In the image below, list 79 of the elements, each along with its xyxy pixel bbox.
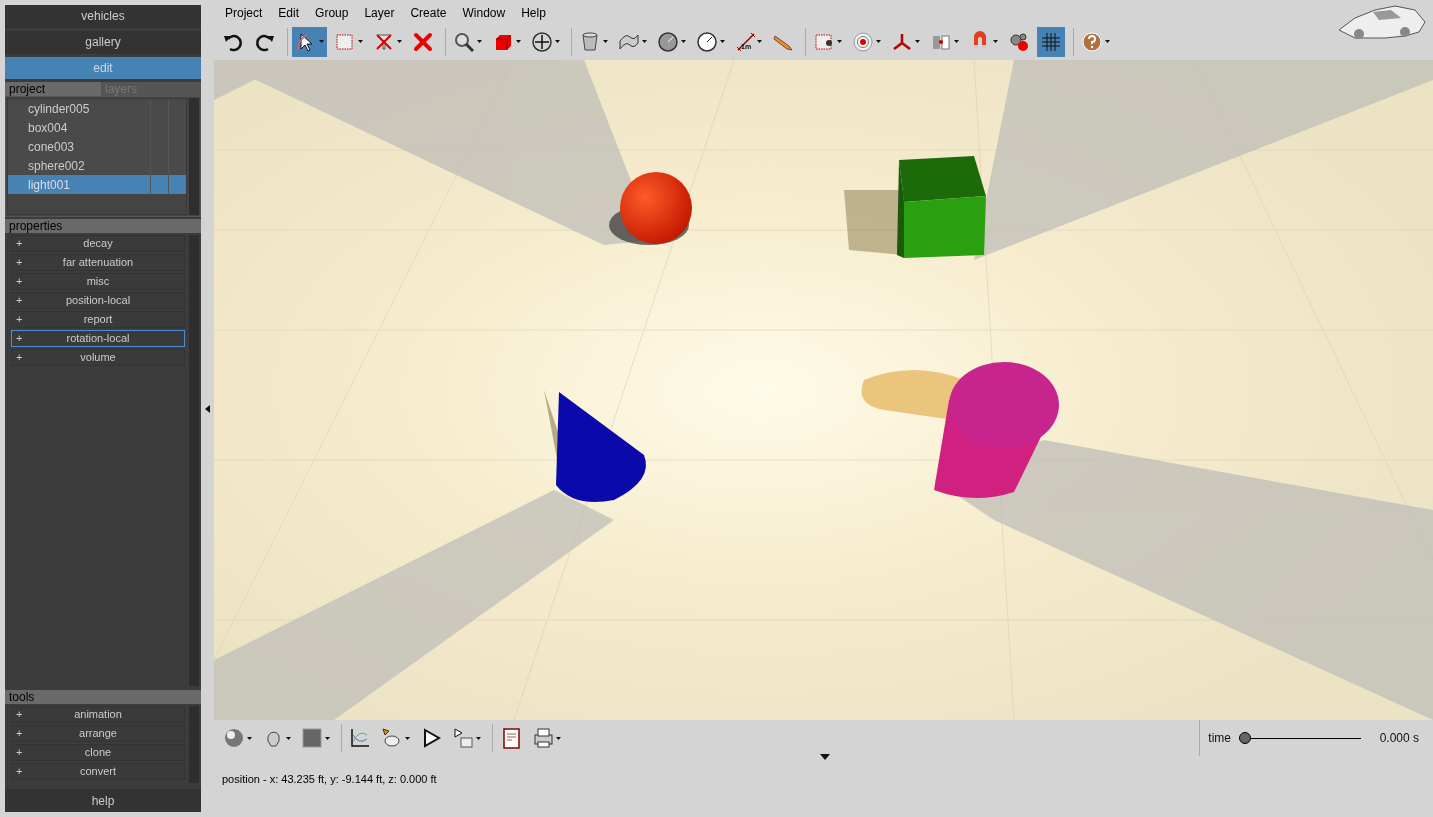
status-text: position - x: 43.235 ft, y: -9.144 ft, z: 0.000 ft bbox=[222, 773, 437, 785]
time-reading: 0.000 s bbox=[1378, 730, 1419, 747]
delete-icon bbox=[412, 30, 434, 53]
menu-item[interactable]: Create bbox=[402, 3, 455, 22]
caret-icon bbox=[681, 40, 686, 43]
tree-item[interactable]: box004 bbox=[8, 118, 186, 138]
toolbar-button[interactable] bbox=[292, 26, 327, 57]
menu-item[interactable]: Project bbox=[217, 3, 271, 22]
curve-graph-icon bbox=[349, 727, 371, 749]
caret-icon bbox=[397, 40, 402, 43]
caret-icon bbox=[247, 736, 252, 740]
help-button[interactable]: help bbox=[5, 789, 201, 812]
caret-icon bbox=[476, 736, 481, 740]
nav-button[interactable]: gallery bbox=[5, 30, 201, 54]
menu-item[interactable]: Group bbox=[307, 3, 357, 22]
caret-icon bbox=[876, 40, 882, 43]
expander-row[interactable]: + clone bbox=[11, 744, 185, 762]
printer-icon bbox=[532, 727, 554, 749]
expander-row[interactable]: + far attenuation bbox=[11, 254, 185, 271]
caret-icon bbox=[1105, 40, 1111, 43]
disc-icon bbox=[657, 30, 679, 53]
panel-tab[interactable]: project bbox=[5, 82, 101, 97]
menu-item[interactable]: Window bbox=[454, 3, 514, 22]
nav-button[interactable]: vehicles bbox=[5, 5, 201, 28]
grid-icon bbox=[1040, 30, 1063, 53]
time-label: time bbox=[1208, 730, 1231, 747]
caret-icon bbox=[915, 40, 921, 43]
expander-row[interactable]: + rotation-local bbox=[11, 330, 185, 347]
circle-radius-icon bbox=[696, 30, 718, 53]
time-slider[interactable] bbox=[1239, 732, 1361, 744]
expander-row[interactable]: + misc bbox=[11, 273, 185, 290]
tree-item[interactable]: sphere002 bbox=[8, 156, 186, 176]
cylinder-icon bbox=[579, 30, 601, 53]
caret-icon bbox=[720, 40, 725, 43]
3d-viewport-scene-drawing[interactable] bbox=[214, 60, 1433, 720]
move-icon bbox=[531, 30, 553, 53]
scrollbar[interactable] bbox=[189, 98, 199, 215]
menu-item[interactable]: Edit bbox=[270, 3, 308, 22]
target-icon bbox=[852, 30, 875, 53]
collapse-arrow-icon[interactable] bbox=[205, 404, 210, 413]
gears-icon bbox=[1008, 30, 1031, 53]
caret-icon bbox=[358, 40, 363, 43]
caret-icon bbox=[556, 736, 561, 740]
expand-arrow-icon[interactable] bbox=[820, 754, 830, 760]
expander-row[interactable]: + decay bbox=[11, 235, 185, 252]
document-icon bbox=[500, 727, 522, 749]
help-icon bbox=[1081, 30, 1104, 53]
expander-row[interactable]: + convert bbox=[11, 763, 185, 781]
play-list-icon bbox=[452, 727, 474, 749]
swatch-icon bbox=[301, 727, 323, 749]
expander-row[interactable]: + animation bbox=[11, 706, 185, 724]
caret-icon bbox=[477, 40, 482, 43]
caret-icon bbox=[993, 40, 999, 43]
section-header: properties bbox=[5, 219, 201, 233]
sphere-material-icon bbox=[223, 727, 245, 749]
caret-icon bbox=[603, 40, 608, 43]
expander-row[interactable]: + volume bbox=[11, 349, 185, 366]
tree-item[interactable]: cone003 bbox=[8, 137, 186, 157]
toolbar-button[interactable] bbox=[1037, 26, 1066, 57]
menu-item[interactable]: Layer bbox=[356, 3, 403, 22]
expander-row[interactable]: + report bbox=[11, 311, 185, 328]
caret-icon bbox=[642, 40, 647, 43]
menu-item[interactable]: Help bbox=[513, 3, 554, 22]
caret-icon bbox=[757, 40, 763, 43]
tree-item[interactable]: cylinder005 bbox=[8, 99, 186, 119]
caret-icon bbox=[319, 40, 324, 43]
expander-row[interactable]: + position-local bbox=[11, 292, 185, 309]
caret-icon bbox=[325, 736, 330, 740]
caret-icon bbox=[837, 40, 843, 43]
caret-icon bbox=[286, 736, 291, 740]
caret-icon bbox=[516, 40, 521, 43]
expander-row[interactable]: + arrange bbox=[11, 725, 185, 743]
caret-icon bbox=[954, 40, 960, 43]
section-header: tools bbox=[5, 690, 201, 705]
caret-icon bbox=[405, 736, 410, 740]
slider-thumb[interactable] bbox=[1239, 732, 1251, 744]
search-icon bbox=[453, 30, 475, 53]
measure-icon bbox=[735, 30, 757, 53]
caret-icon bbox=[555, 40, 560, 43]
